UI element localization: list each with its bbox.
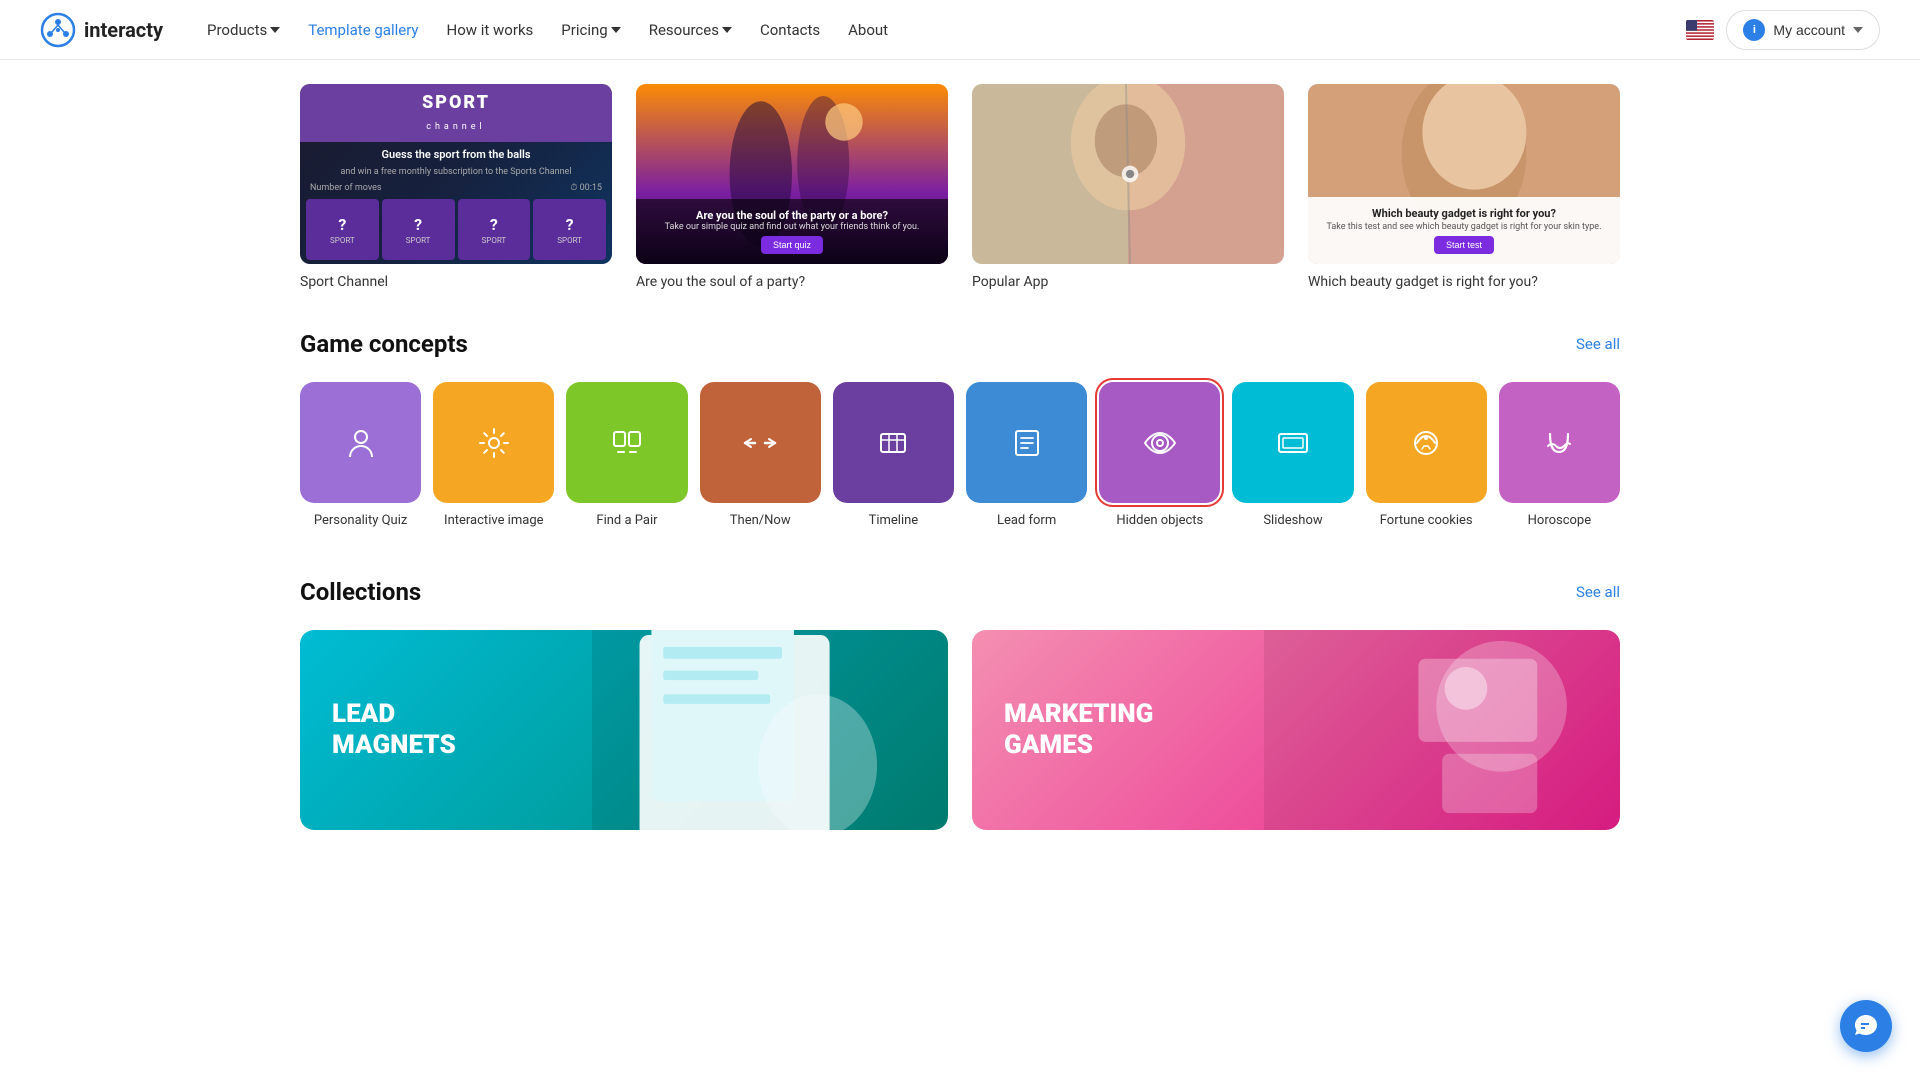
lead-form-icon	[966, 382, 1087, 503]
marketing-games-label: MARKETINGGAMES	[1004, 699, 1153, 761]
nav-products[interactable]: Products	[195, 13, 292, 47]
sport-question-sub: and win a free monthly subscription to t…	[300, 167, 612, 181]
top-card-beauty[interactable]: Which beauty gadget is right for you? Ta…	[1308, 84, 1620, 290]
concept-personality-quiz[interactable]: Personality Quiz	[300, 382, 421, 530]
fortune-cookies-icon	[1366, 382, 1487, 503]
interactive-image-label: Interactive image	[444, 513, 543, 530]
sport-banner: SPORTchannel	[300, 84, 612, 142]
collections-see-all[interactable]: See all	[1576, 583, 1620, 601]
concept-fortune-cookies[interactable]: Fortune cookies	[1366, 382, 1487, 530]
personality-quiz-label: Personality Quiz	[314, 513, 407, 530]
marketing-games-deco	[1264, 630, 1620, 830]
game-concepts-section: Game concepts See all Personality Quiz I…	[300, 330, 1620, 530]
concept-hidden-objects[interactable]: Hidden objects	[1099, 382, 1220, 530]
then-now-icon	[700, 382, 821, 503]
party-card-label: Are you the soul of a party?	[636, 274, 948, 290]
nav-contacts[interactable]: Contacts	[748, 13, 832, 47]
concept-lead-form[interactable]: Lead form	[966, 382, 1087, 530]
lead-form-label: Lead form	[997, 513, 1056, 530]
collection-marketing-games[interactable]: MARKETINGGAMES	[972, 630, 1620, 830]
nav-how-it-works[interactable]: How it works	[435, 13, 546, 47]
chat-button[interactable]	[1840, 1000, 1892, 1052]
beauty-card-label: Which beauty gadget is right for you?	[1308, 274, 1620, 290]
sport-card-image: SPORTchannel Guess the sport from the ba…	[300, 84, 612, 264]
collections-title: Collections	[300, 578, 421, 606]
timeline-label: Timeline	[869, 513, 919, 530]
language-flag[interactable]	[1686, 20, 1714, 40]
party-title: Are you the soul of the party or a bore?	[646, 209, 938, 222]
beauty-sub: Take this test and see which beauty gadg…	[1318, 222, 1610, 232]
concept-find-pair[interactable]: Find a Pair	[566, 382, 687, 530]
sport-timer: Number of moves ⏱ 00:15	[300, 181, 612, 195]
concept-slideshow[interactable]: Slideshow	[1232, 382, 1353, 530]
interactive-image-icon	[433, 382, 554, 503]
game-concepts-header: Game concepts See all	[300, 330, 1620, 358]
nav-about[interactable]: About	[836, 13, 900, 47]
sport-question: Guess the sport from the balls	[300, 142, 612, 167]
concept-interactive-image[interactable]: Interactive image	[433, 382, 554, 530]
game-concepts-see-all[interactable]: See all	[1576, 335, 1620, 353]
concept-timeline[interactable]: Timeline	[833, 382, 954, 530]
collections-section: Collections See all LEADMAGNETS	[300, 578, 1620, 830]
personality-quiz-icon	[300, 382, 421, 503]
slideshow-label: Slideshow	[1263, 513, 1322, 530]
nav-links: Products Template gallery How it works P…	[195, 13, 1686, 47]
popular-card-image	[972, 84, 1284, 264]
lead-magnets-deco	[592, 630, 948, 830]
top-card-sport[interactable]: SPORTchannel Guess the sport from the ba…	[300, 84, 612, 290]
find-pair-icon	[566, 382, 687, 503]
beauty-title: Which beauty gadget is right for you?	[1318, 207, 1610, 220]
popular-card-label: Popular App	[972, 274, 1284, 290]
collections-grid: LEADMAGNETS MARKETI	[300, 630, 1620, 830]
game-concepts-grid: Personality Quiz Interactive image Find …	[300, 382, 1620, 530]
navbar: interacty Products Template gallery How …	[0, 0, 1920, 60]
then-now-label: Then/Now	[730, 513, 791, 530]
horoscope-label: Horoscope	[1528, 513, 1592, 530]
party-sub: Take our simple quiz and find out what y…	[646, 222, 938, 232]
timeline-icon	[833, 382, 954, 503]
horoscope-icon	[1499, 382, 1620, 503]
top-cards-section: SPORTchannel Guess the sport from the ba…	[300, 60, 1620, 322]
find-pair-label: Find a Pair	[596, 513, 657, 530]
lead-magnets-text: LEADMAGNETS	[332, 699, 456, 761]
logo[interactable]: interacty	[40, 12, 163, 48]
sport-card-label: Sport Channel	[300, 274, 612, 290]
lead-magnets-label: LEADMAGNETS	[332, 699, 456, 761]
beauty-start-btn[interactable]: Start test	[1434, 236, 1494, 254]
collection-lead-magnets[interactable]: LEADMAGNETS	[300, 630, 948, 830]
game-concepts-title: Game concepts	[300, 330, 468, 358]
nav-resources[interactable]: Resources	[637, 13, 744, 47]
fortune-cookies-label: Fortune cookies	[1380, 513, 1473, 530]
nav-pricing[interactable]: Pricing	[549, 13, 632, 47]
party-btn[interactable]: Start quiz	[761, 236, 823, 254]
top-card-party[interactable]: Are you the soul of the party or a bore?…	[636, 84, 948, 290]
my-account-label: My account	[1773, 22, 1845, 38]
concept-then-now[interactable]: Then/Now	[700, 382, 821, 530]
hidden-objects-icon	[1099, 382, 1220, 503]
hidden-objects-label: Hidden objects	[1116, 513, 1203, 530]
sport-grid: ?SPORT ?SPORT ?SPORT ?SPORT	[300, 195, 612, 264]
logo-text: interacty	[84, 18, 163, 42]
concept-horoscope[interactable]: Horoscope	[1499, 382, 1620, 530]
slideshow-icon	[1232, 382, 1353, 503]
marketing-games-text: MARKETINGGAMES	[1004, 699, 1153, 761]
collections-header: Collections See all	[300, 578, 1620, 606]
nav-right: i My account	[1686, 10, 1880, 50]
my-account-button[interactable]: i My account	[1726, 10, 1880, 50]
party-card-image: Are you the soul of the party or a bore?…	[636, 84, 948, 264]
top-card-popular[interactable]: Popular App	[972, 84, 1284, 290]
nav-template-gallery[interactable]: Template gallery	[296, 13, 430, 47]
main-content: SPORTchannel Guess the sport from the ba…	[260, 60, 1660, 830]
account-icon: i	[1743, 19, 1765, 41]
beauty-card-image: Which beauty gadget is right for you? Ta…	[1308, 84, 1620, 264]
